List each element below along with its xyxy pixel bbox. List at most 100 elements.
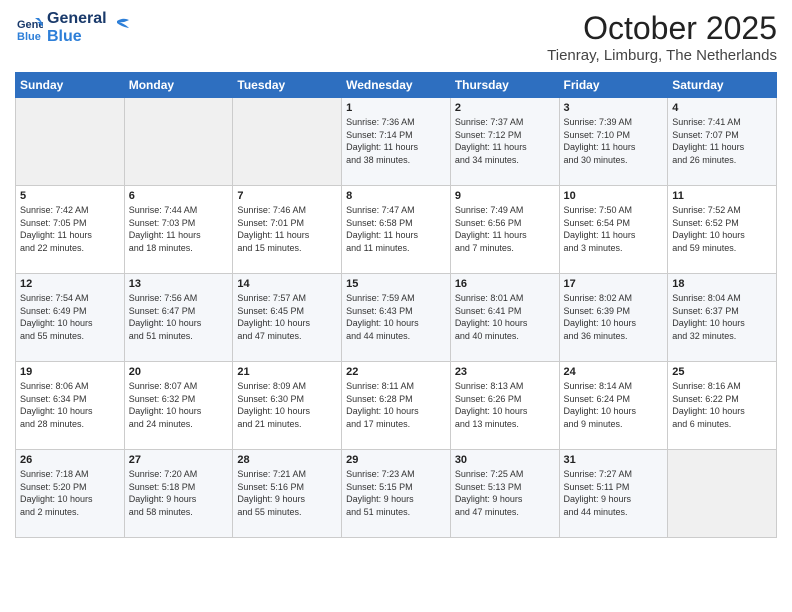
calendar-cell: 9Sunrise: 7:49 AM Sunset: 6:56 PM Daylig… (450, 186, 559, 274)
calendar-cell: 30 Sunrise: 7:25 AM Sunset: 5:13 PM Dayli… (450, 450, 559, 538)
day-number: 6 (129, 190, 229, 202)
weekday-header: Thursday (450, 73, 559, 98)
calendar-cell: 28 Sunrise: 7:21 AM Sunset: 5:16 PM Dayli… (233, 450, 342, 538)
day-number: 2 (455, 102, 555, 114)
calendar-cell: 22Sunrise: 8:11 AM Sunset: 6:28 PM Dayli… (342, 362, 451, 450)
calendar-week-row: 26 Sunrise: 7:18 AM Sunset: 5:20 PM Dayli… (16, 450, 777, 538)
day-number: 12 (20, 278, 120, 290)
logo: General Blue General Blue (15, 10, 131, 47)
day-number: 1 (346, 102, 446, 114)
day-number: 25 (672, 366, 772, 378)
calendar-cell: 14Sunrise: 7:57 AM Sunset: 6:45 PM Dayli… (233, 274, 342, 362)
calendar-cell: 18Sunrise: 8:04 AM Sunset: 6:37 PM Dayli… (668, 274, 777, 362)
day-info: Sunrise: 7:18 AM Sunset: 5:20 PM Dayligh… (20, 468, 120, 518)
day-number: 24 (564, 366, 664, 378)
logo-blue: Blue (47, 28, 107, 46)
weekday-header-row: SundayMondayTuesdayWednesdayThursdayFrid… (16, 73, 777, 98)
day-info: Sunrise: 7:21 AM Sunset: 5:16 PM Dayligh… (237, 468, 337, 518)
day-info: Sunrise: 7:27 AM Sunset: 5:11 PM Dayligh… (564, 468, 664, 518)
day-info: Sunrise: 7:25 AM Sunset: 5:13 PM Dayligh… (455, 468, 555, 518)
calendar-cell: 1 Sunrise: 7:36 AM Sunset: 7:14 PM Daylig… (342, 98, 451, 186)
day-number: 18 (672, 278, 772, 290)
calendar-cell: 8 Sunrise: 7:47 AM Sunset: 6:58 PM Daylig… (342, 186, 451, 274)
calendar-cell: 25Sunrise: 8:16 AM Sunset: 6:22 PM Dayli… (668, 362, 777, 450)
calendar-cell: 12Sunrise: 7:54 AM Sunset: 6:49 PM Dayli… (16, 274, 125, 362)
calendar-week-row: 1 Sunrise: 7:36 AM Sunset: 7:14 PM Daylig… (16, 98, 777, 186)
calendar-cell: 11Sunrise: 7:52 AM Sunset: 6:52 PM Dayli… (668, 186, 777, 274)
calendar-cell: 13Sunrise: 7:56 AM Sunset: 6:47 PM Dayli… (124, 274, 233, 362)
day-number: 17 (564, 278, 664, 290)
day-info: Sunrise: 7:52 AM Sunset: 6:52 PM Dayligh… (672, 204, 772, 254)
header: General Blue General Blue October 2025 T… (15, 10, 777, 64)
calendar-cell: 17 Sunrise: 8:02 AM Sunset: 6:39 PM Dayli… (559, 274, 668, 362)
calendar-cell: 21 Sunrise: 8:09 AM Sunset: 6:30 PM Dayli… (233, 362, 342, 450)
day-number: 16 (455, 278, 555, 290)
calendar-cell: 24 Sunrise: 8:14 AM Sunset: 6:24 PM Dayli… (559, 362, 668, 450)
day-number: 23 (455, 366, 555, 378)
day-number: 21 (237, 366, 337, 378)
calendar-cell: 27 Sunrise: 7:20 AM Sunset: 5:18 PM Dayli… (124, 450, 233, 538)
calendar-cell (16, 98, 125, 186)
calendar-cell: 29 Sunrise: 7:23 AM Sunset: 5:15 PM Dayli… (342, 450, 451, 538)
weekday-header: Tuesday (233, 73, 342, 98)
calendar-cell: 3 Sunrise: 7:39 AM Sunset: 7:10 PM Daylig… (559, 98, 668, 186)
calendar-cell: 10Sunrise: 7:50 AM Sunset: 6:54 PM Dayli… (559, 186, 668, 274)
logo-general: General (47, 10, 107, 28)
day-number: 27 (129, 454, 229, 466)
day-number: 8 (346, 190, 446, 202)
weekday-header: Monday (124, 73, 233, 98)
calendar-week-row: 19 Sunrise: 8:06 AM Sunset: 6:34 PM Dayli… (16, 362, 777, 450)
calendar-cell: 15Sunrise: 7:59 AM Sunset: 6:43 PM Dayli… (342, 274, 451, 362)
day-number: 5 (20, 190, 120, 202)
day-number: 7 (237, 190, 337, 202)
calendar-table: SundayMondayTuesdayWednesdayThursdayFrid… (15, 72, 777, 538)
day-number: 13 (129, 278, 229, 290)
day-info: Sunrise: 8:02 AM Sunset: 6:39 PM Dayligh… (564, 292, 664, 342)
calendar-cell: 6 Sunrise: 7:44 AM Sunset: 7:03 PM Daylig… (124, 186, 233, 274)
day-number: 15 (346, 278, 446, 290)
day-info: Sunrise: 8:06 AM Sunset: 6:34 PM Dayligh… (20, 380, 120, 430)
calendar-cell: 5Sunrise: 7:42 AM Sunset: 7:05 PM Daylig… (16, 186, 125, 274)
day-info: Sunrise: 7:36 AM Sunset: 7:14 PM Dayligh… (346, 116, 446, 166)
day-info: Sunrise: 7:57 AM Sunset: 6:45 PM Dayligh… (237, 292, 337, 342)
day-info: Sunrise: 8:07 AM Sunset: 6:32 PM Dayligh… (129, 380, 229, 430)
day-info: Sunrise: 7:39 AM Sunset: 7:10 PM Dayligh… (564, 116, 664, 166)
day-number: 3 (564, 102, 664, 114)
weekday-header: Saturday (668, 73, 777, 98)
day-info: Sunrise: 7:49 AM Sunset: 6:56 PM Dayligh… (455, 204, 555, 254)
day-info: Sunrise: 7:50 AM Sunset: 6:54 PM Dayligh… (564, 204, 664, 254)
day-info: Sunrise: 7:41 AM Sunset: 7:07 PM Dayligh… (672, 116, 772, 166)
calendar-cell: 31 Sunrise: 7:27 AM Sunset: 5:11 PM Dayli… (559, 450, 668, 538)
day-number: 22 (346, 366, 446, 378)
svg-text:Blue: Blue (17, 31, 41, 42)
calendar-title: October 2025 (547, 10, 777, 47)
day-info: Sunrise: 8:14 AM Sunset: 6:24 PM Dayligh… (564, 380, 664, 430)
day-info: Sunrise: 7:44 AM Sunset: 7:03 PM Dayligh… (129, 204, 229, 254)
day-info: Sunrise: 7:37 AM Sunset: 7:12 PM Dayligh… (455, 116, 555, 166)
day-info: Sunrise: 7:46 AM Sunset: 7:01 PM Dayligh… (237, 204, 337, 254)
calendar-cell: 2 Sunrise: 7:37 AM Sunset: 7:12 PM Daylig… (450, 98, 559, 186)
day-number: 31 (564, 454, 664, 466)
weekday-header: Friday (559, 73, 668, 98)
day-number: 29 (346, 454, 446, 466)
day-number: 20 (129, 366, 229, 378)
day-info: Sunrise: 7:47 AM Sunset: 6:58 PM Dayligh… (346, 204, 446, 254)
day-info: Sunrise: 7:23 AM Sunset: 5:15 PM Dayligh… (346, 468, 446, 518)
day-number: 28 (237, 454, 337, 466)
calendar-cell: 4Sunrise: 7:41 AM Sunset: 7:07 PM Daylig… (668, 98, 777, 186)
day-number: 30 (455, 454, 555, 466)
calendar-subtitle: Tienray, Limburg, The Netherlands (547, 47, 777, 64)
day-number: 19 (20, 366, 120, 378)
calendar-cell: 16Sunrise: 8:01 AM Sunset: 6:41 PM Dayli… (450, 274, 559, 362)
day-info: Sunrise: 8:13 AM Sunset: 6:26 PM Dayligh… (455, 380, 555, 430)
calendar-cell: 19 Sunrise: 8:06 AM Sunset: 6:34 PM Dayli… (16, 362, 125, 450)
day-number: 26 (20, 454, 120, 466)
logo-bird-icon (109, 15, 131, 37)
calendar-cell (233, 98, 342, 186)
calendar-cell (668, 450, 777, 538)
calendar-cell (124, 98, 233, 186)
day-info: Sunrise: 7:20 AM Sunset: 5:18 PM Dayligh… (129, 468, 229, 518)
calendar-cell: 7 Sunrise: 7:46 AM Sunset: 7:01 PM Daylig… (233, 186, 342, 274)
day-info: Sunrise: 8:09 AM Sunset: 6:30 PM Dayligh… (237, 380, 337, 430)
calendar-cell: 20 Sunrise: 8:07 AM Sunset: 6:32 PM Dayli… (124, 362, 233, 450)
